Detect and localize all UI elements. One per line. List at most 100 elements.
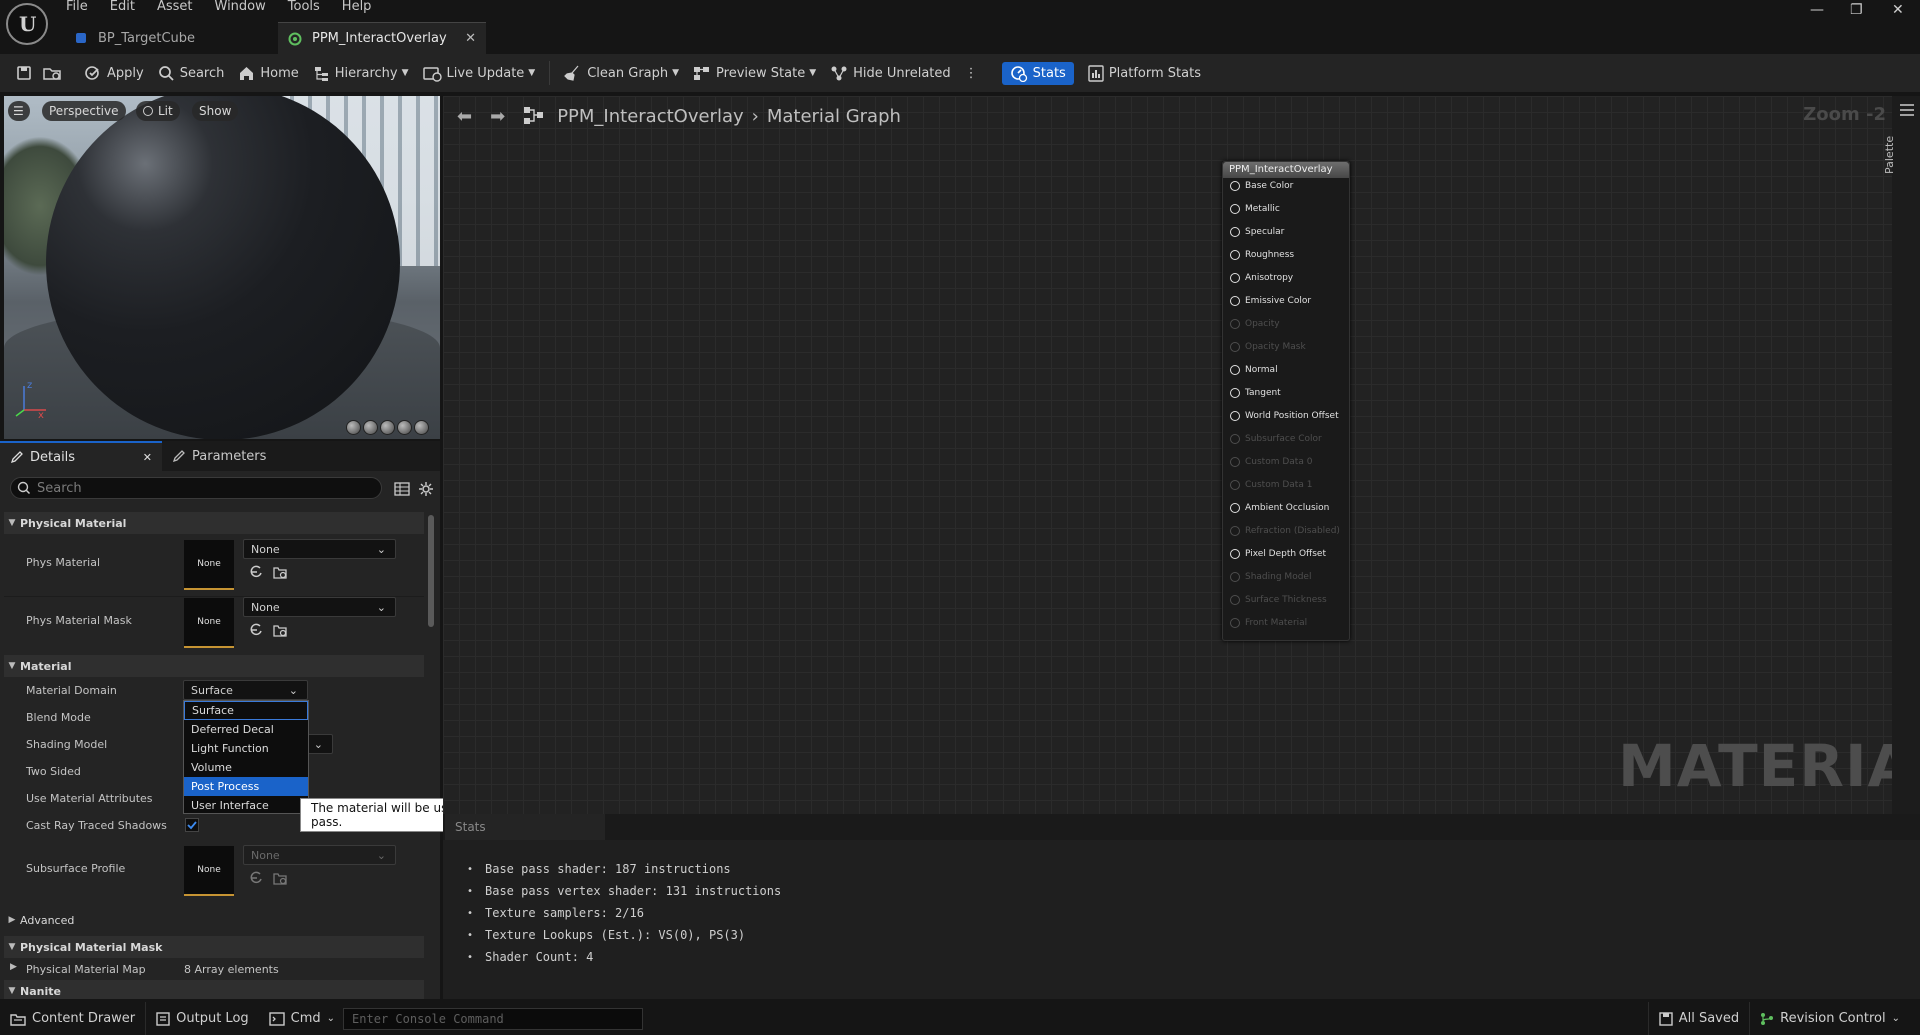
phys-material-mask-select[interactable]: None ⌄	[243, 597, 396, 617]
clean-graph-button[interactable]: Clean Graph ▼	[564, 65, 679, 82]
pin-connector-icon[interactable]	[1230, 227, 1240, 237]
category-advanced[interactable]: ▶ Advanced	[4, 909, 424, 931]
material-preview-viewport[interactable]: ☰ Perspective Lit Show zx	[4, 96, 440, 439]
phys-material-thumbnail[interactable]: None	[184, 540, 234, 590]
back-arrow-icon[interactable]: ⬅	[457, 106, 472, 127]
node-pin[interactable]: Anisotropy	[1230, 273, 1293, 283]
dropdown-option-user-interface[interactable]: User Interface	[184, 796, 308, 815]
stats-button[interactable]: Stats	[1001, 61, 1074, 85]
dropdown-option-deferred-decal[interactable]: Deferred Decal	[184, 720, 308, 739]
dropdown-option-surface[interactable]: Surface	[184, 701, 308, 720]
lit-button[interactable]: Lit	[136, 101, 180, 121]
perspective-button[interactable]: Perspective	[42, 101, 126, 121]
node-pin[interactable]: Ambient Occlusion	[1230, 503, 1329, 513]
browse-folder-icon[interactable]	[273, 565, 287, 579]
dropdown-option-post-process[interactable]: Post Process	[184, 777, 308, 796]
dropdown-option-volume[interactable]: Volume	[184, 758, 308, 777]
category-physical-material[interactable]: ▼ Physical Material	[4, 512, 424, 534]
reset-arrow-icon[interactable]	[249, 623, 263, 637]
menu-file[interactable]: File	[66, 0, 88, 14]
subsurface-profile-thumbnail[interactable]: None	[184, 846, 234, 896]
hierarchy-button[interactable]: Hierarchy ▼	[313, 65, 409, 82]
all-saved-button[interactable]: All Saved	[1647, 1002, 1751, 1035]
palette-tab[interactable]: Palette	[1876, 136, 1920, 174]
node-pin[interactable]: Normal	[1230, 365, 1278, 375]
node-pin[interactable]: Roughness	[1230, 250, 1294, 260]
node-pin[interactable]: Base Color	[1230, 181, 1293, 191]
node-pin[interactable]: Metallic	[1230, 204, 1280, 214]
cast-ray-traced-shadows-checkbox[interactable]	[185, 818, 199, 832]
phys-material-select[interactable]: None ⌄	[243, 539, 396, 559]
tab-parameters[interactable]: Parameters	[162, 441, 276, 471]
material-domain-select[interactable]: Surface ⌄	[183, 680, 308, 700]
menu-help[interactable]: Help	[342, 0, 372, 14]
node-pin[interactable]: Specular	[1230, 227, 1284, 237]
forward-arrow-icon[interactable]: ➡	[490, 106, 505, 127]
browse-folder-icon[interactable]	[273, 623, 287, 637]
hide-unrelated-button[interactable]: Hide Unrelated	[830, 65, 951, 82]
sphere-preview-icon[interactable]	[363, 420, 378, 435]
home-button[interactable]: Home	[238, 65, 299, 82]
pin-connector-icon[interactable]	[1230, 296, 1240, 306]
close-tab-icon[interactable]: ✕	[465, 31, 476, 46]
material-output-node[interactable]: PPM_InteractOverlay Base Color Metallic Sp…	[1222, 161, 1350, 641]
menu-icon[interactable]	[1900, 104, 1914, 116]
close-window-icon[interactable]: ✕	[1892, 2, 1904, 18]
node-pin[interactable]: Tangent	[1230, 388, 1281, 398]
breadcrumb-asset[interactable]: PPM_InteractOverlay	[557, 106, 743, 127]
pin-connector-icon[interactable]	[1230, 503, 1240, 513]
viewport-menu-icon[interactable]: ☰	[8, 101, 30, 121]
live-update-button[interactable]: Live Update ▼	[422, 65, 535, 82]
menu-edit[interactable]: Edit	[110, 0, 135, 14]
show-button[interactable]: Show	[192, 101, 239, 121]
pin-connector-icon[interactable]	[1230, 273, 1240, 283]
node-pin[interactable]: Pixel Depth Offset	[1230, 549, 1326, 559]
cube-preview-icon[interactable]	[397, 420, 412, 435]
output-log-button[interactable]: Output Log	[146, 1002, 259, 1035]
tab-stats[interactable]: Stats	[445, 814, 605, 840]
browse-folder-icon[interactable]	[273, 871, 287, 885]
tab-ppm-interactoverlay[interactable]: PPM_InteractOverlay ✕	[278, 22, 486, 54]
material-graph-canvas[interactable]	[443, 96, 1892, 814]
content-drawer-button[interactable]: Content Drawer	[0, 1002, 147, 1035]
phys-material-mask-thumbnail[interactable]: None	[184, 598, 234, 648]
preview-state-button[interactable]: Preview State ▼	[693, 65, 816, 82]
pin-connector-icon[interactable]	[1230, 411, 1240, 421]
browse-icon[interactable]	[42, 63, 62, 83]
menu-asset[interactable]: Asset	[157, 0, 193, 14]
platform-stats-button[interactable]: Platform Stats	[1088, 64, 1201, 82]
cylinder-preview-icon[interactable]	[346, 420, 361, 435]
details-scrollbar[interactable]	[428, 515, 434, 627]
apply-button[interactable]: Apply	[84, 64, 144, 82]
restore-icon[interactable]: ❐	[1850, 2, 1863, 18]
menu-window[interactable]: Window	[215, 0, 266, 14]
more-options-icon[interactable]: ⋮	[965, 66, 978, 81]
category-material[interactable]: ▼ Material	[4, 655, 424, 677]
table-view-icon[interactable]	[394, 481, 410, 497]
chevron-right-icon[interactable]: ▶	[10, 962, 17, 972]
breadcrumb-graph[interactable]: Material Graph	[767, 106, 901, 127]
category-nanite[interactable]: ▼ Nanite	[4, 980, 424, 999]
menu-tools[interactable]: Tools	[288, 0, 320, 14]
revision-control-button[interactable]: Revision Control ⌄	[1750, 1002, 1920, 1035]
pin-connector-icon[interactable]	[1230, 388, 1240, 398]
close-icon[interactable]: ✕	[143, 451, 152, 464]
pin-connector-icon[interactable]	[1230, 549, 1240, 559]
unreal-logo-icon[interactable]: U	[6, 3, 48, 45]
pin-connector-icon[interactable]	[1230, 181, 1240, 191]
gear-icon[interactable]	[418, 481, 434, 497]
search-button[interactable]: Search	[158, 65, 224, 82]
dropdown-option-light-function[interactable]: Light Function	[184, 739, 308, 758]
details-search-input[interactable]: Search	[10, 477, 382, 499]
reset-arrow-icon[interactable]	[249, 565, 263, 579]
console-command-input[interactable]: Enter Console Command	[343, 1007, 644, 1030]
teapot-preview-icon[interactable]	[414, 420, 429, 435]
tab-bp-targetcube[interactable]: BP_TargetCube	[64, 22, 274, 54]
reset-arrow-icon[interactable]	[249, 871, 263, 885]
pin-connector-icon[interactable]	[1230, 204, 1240, 214]
save-icon[interactable]	[14, 63, 34, 83]
category-physical-material-mask[interactable]: ▼ Physical Material Mask	[4, 936, 424, 958]
plane-preview-icon[interactable]	[380, 420, 395, 435]
pin-connector-icon[interactable]	[1230, 250, 1240, 260]
node-pin[interactable]: World Position Offset	[1230, 411, 1339, 421]
